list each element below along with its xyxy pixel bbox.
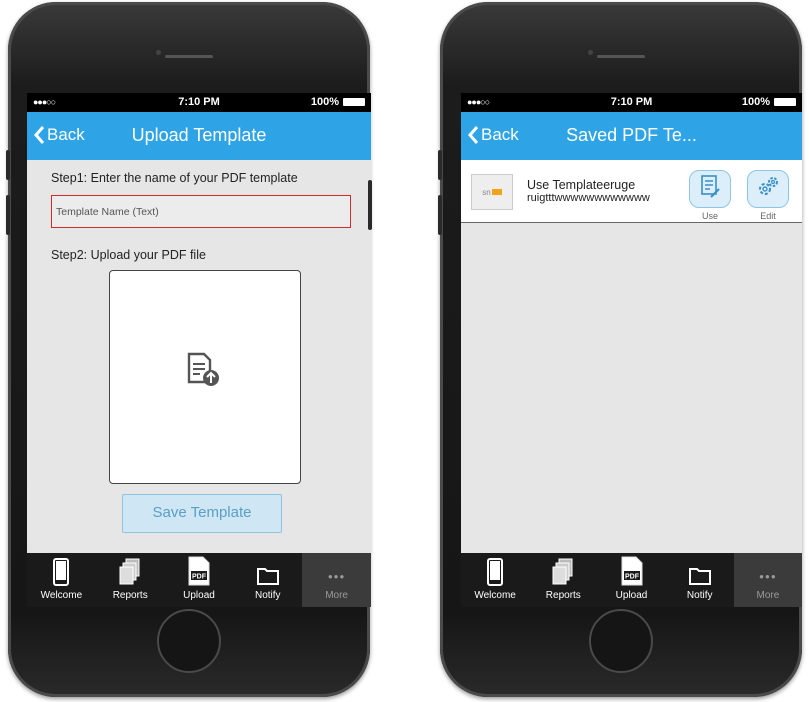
more-dots-icon: ●●●	[759, 572, 777, 581]
use-label: Use	[701, 211, 718, 221]
speaker	[597, 55, 645, 58]
use-button[interactable]	[689, 170, 731, 208]
folder-icon	[688, 568, 711, 585]
battery-icon	[343, 98, 365, 106]
edit-label: Edit	[760, 211, 776, 221]
tab-bar: Welcome Reports PDF Upload Notify ●●● Mo…	[461, 553, 802, 607]
tab-upload[interactable]: PDF Upload	[597, 553, 665, 607]
home-button[interactable]	[589, 609, 653, 673]
phone-left: ●●●○○ 7:10 PM 100% Back Upload Template …	[8, 2, 371, 697]
side-button	[6, 150, 10, 180]
template-name-line2: ruigtttwwwwwwwwwwww	[527, 192, 650, 204]
template-title: Use Templateeruge ruigtttwwwwwwwwwwww	[527, 179, 650, 205]
battery-percent: 100%	[741, 96, 770, 108]
thumbnail-logo	[491, 189, 502, 195]
pdf-icon-text: PDF	[625, 574, 640, 581]
home-button[interactable]	[157, 609, 221, 673]
step2-label: Step2: Upload your PDF file	[51, 248, 206, 262]
tab-label: Welcome	[40, 590, 83, 601]
folder-icon	[256, 568, 279, 585]
document-pencil-icon	[701, 175, 720, 198]
tab-bar: Welcome Reports PDF Upload Notify ●●● Mo…	[27, 553, 371, 607]
side-button	[6, 195, 10, 235]
tab-label: Notify	[686, 590, 713, 601]
tab-welcome[interactable]: Welcome	[461, 553, 529, 607]
documents-icon	[119, 558, 140, 585]
status-bar: ●●●○○ 7:10 PM 100%	[461, 93, 802, 112]
tab-label: Reports	[112, 590, 148, 601]
side-button	[368, 180, 372, 230]
file-upload-icon	[187, 352, 219, 386]
tab-label: Upload	[183, 590, 215, 601]
tab-label: Reports	[545, 590, 581, 601]
nav-bar: Back Upload Template	[27, 112, 371, 160]
camera	[588, 50, 593, 55]
battery-icon	[774, 98, 796, 106]
template-thumbnail: sn	[471, 174, 513, 210]
tab-more[interactable]: ●●● More	[302, 553, 371, 607]
side-button	[438, 195, 442, 235]
template-name-line1: Use Templateeruge	[527, 178, 636, 192]
edit-button[interactable]	[747, 170, 789, 208]
template-name-input[interactable]: Template Name (Text)	[51, 195, 351, 228]
tab-label: Welcome	[474, 590, 516, 601]
pdf-icon: PDF	[621, 556, 642, 586]
phone-right: ●●●○○ 7:10 PM 100% Back Saved PDF Te... …	[440, 2, 802, 697]
step1-label: Step1: Enter the name of your PDF templa…	[51, 171, 298, 185]
nav-bar: Back Saved PDF Te...	[461, 112, 802, 160]
page-title: Saved PDF Te...	[566, 125, 697, 145]
battery-percent: 100%	[310, 96, 339, 108]
status-bar: ●●●○○ 7:10 PM 100%	[27, 93, 371, 112]
tab-label: More	[325, 590, 348, 601]
screen-saved-templates: ●●●○○ 7:10 PM 100% Back Saved PDF Te... …	[461, 93, 802, 607]
template-list-item[interactable]: sn Use Templateeruge ruigtttwwwwwwwwwwww…	[461, 160, 802, 223]
tab-reports[interactable]: Reports	[96, 553, 165, 607]
pdf-icon: PDF	[188, 556, 210, 586]
pdf-icon-text: PDF	[192, 574, 207, 581]
tab-label: Upload	[615, 590, 648, 601]
tab-label: More	[756, 590, 780, 601]
tab-notify[interactable]: Notify	[233, 553, 302, 607]
save-template-button[interactable]: Save Template	[122, 494, 282, 533]
thumbnail-text: sn	[482, 187, 491, 197]
tab-upload[interactable]: PDF Upload	[165, 553, 234, 607]
pdf-upload-area[interactable]	[109, 270, 301, 484]
tab-reports[interactable]: Reports	[529, 553, 597, 607]
screen-upload-template: ●●●○○ 7:10 PM 100% Back Upload Template …	[27, 93, 371, 607]
camera	[156, 50, 161, 55]
gears-icon	[759, 177, 778, 195]
tab-more[interactable]: ●●● More	[733, 553, 802, 607]
phone-icon	[487, 558, 504, 586]
documents-icon	[552, 558, 573, 585]
tab-label: Notify	[255, 590, 281, 601]
side-button	[438, 150, 442, 180]
tab-notify[interactable]: Notify	[666, 553, 734, 607]
more-dots-icon: ●●●	[327, 572, 346, 581]
page-title: Upload Template	[131, 125, 267, 145]
tab-welcome[interactable]: Welcome	[27, 553, 96, 607]
speaker	[165, 55, 213, 58]
phone-icon	[53, 558, 70, 586]
